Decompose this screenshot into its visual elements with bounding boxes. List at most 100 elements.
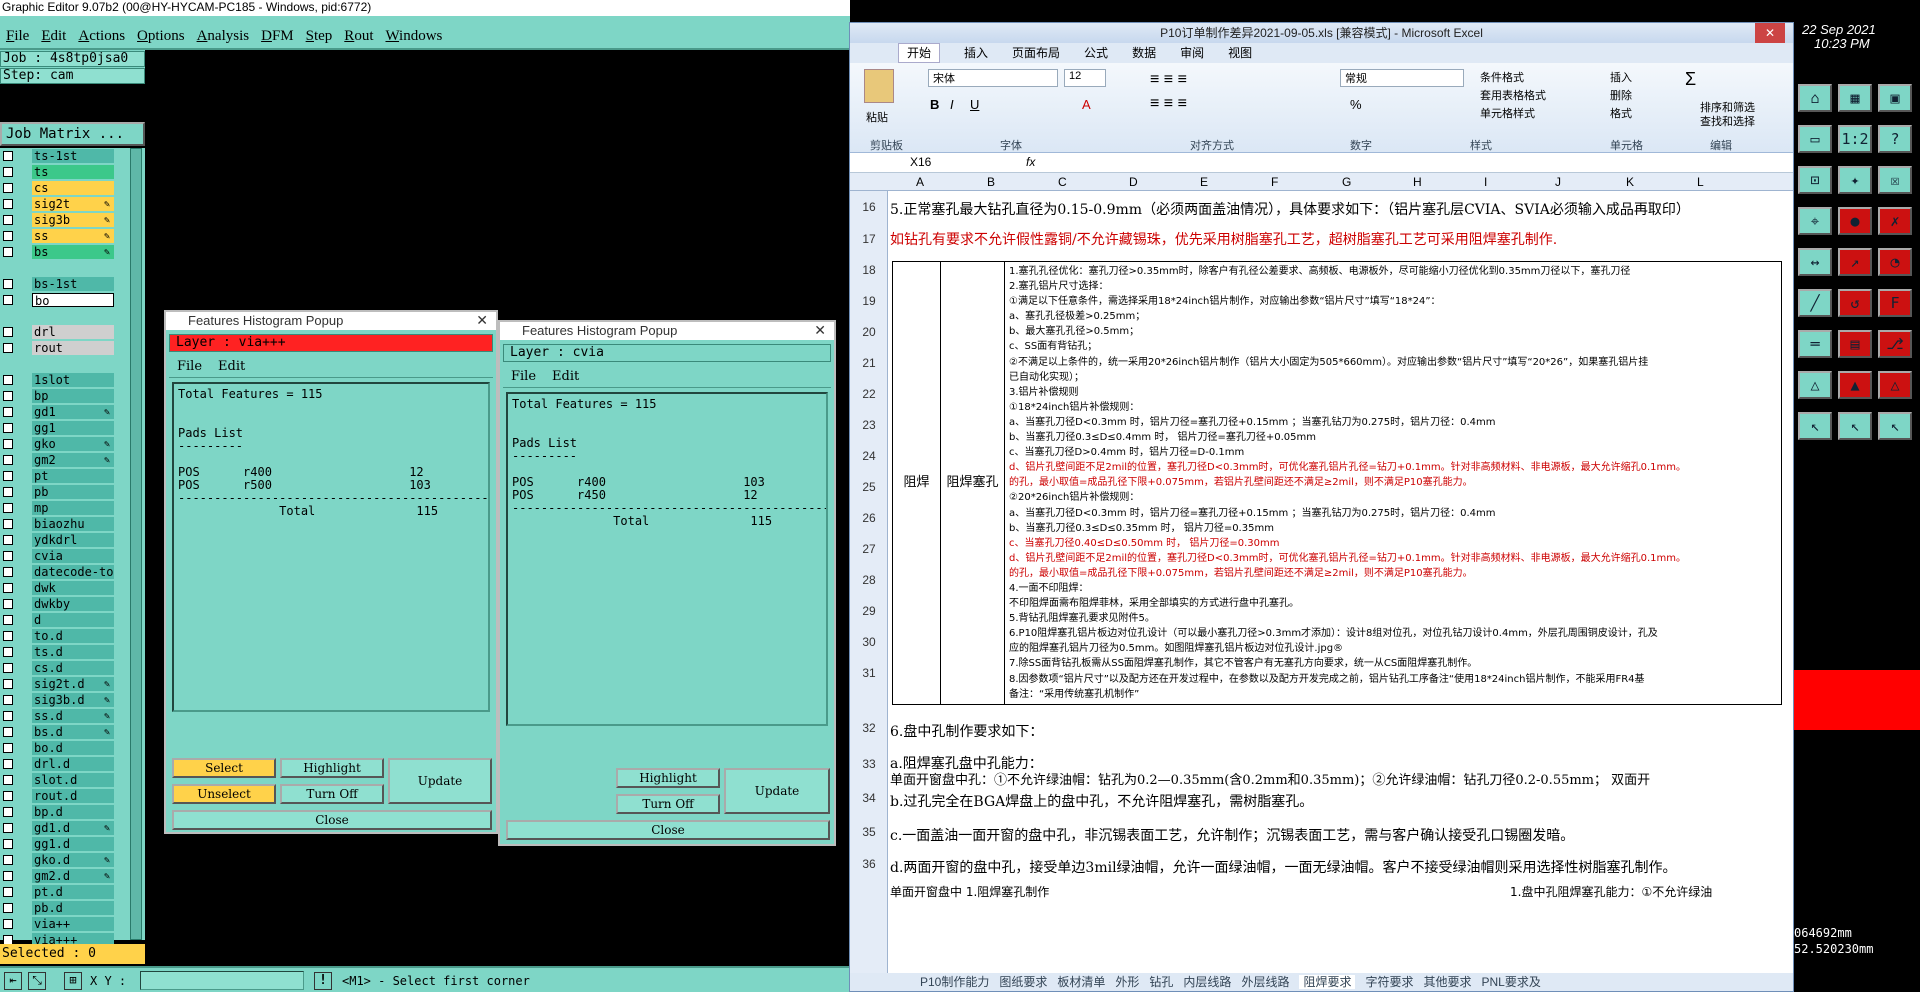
ribbon-tab[interactable]: 开始 [898,43,941,63]
sheet-tab[interactable]: P10制作能力 [920,975,989,989]
layer-row[interactable]: gd1.d ✎ [0,820,118,836]
layer-checkbox[interactable] [3,855,13,865]
close-icon[interactable]: ✕ [476,312,488,329]
tool-button-icon[interactable]: △ [1878,371,1912,399]
tool-button-icon[interactable]: ▤ [1838,330,1872,358]
layer-row[interactable]: bs ✎ [0,244,118,260]
layer-checkbox[interactable] [3,839,13,849]
layer-row[interactable]: mp [0,500,118,516]
layer-row[interactable]: pt.d [0,884,118,900]
cell-text[interactable]: 单面开窗盘中 1.阻焊塞孔制作 [890,883,1049,900]
layer-name[interactable]: gg1.d [32,837,114,851]
tool-button-icon[interactable]: 1:2 [1838,125,1872,153]
paste-icon[interactable] [864,69,894,103]
tool-button-icon[interactable]: ▦ [1838,84,1872,112]
update-button[interactable]: Update [724,768,830,814]
row-number[interactable]: 26 [850,503,888,534]
layer-name[interactable]: bs-1st [32,277,114,291]
cell-text[interactable]: 如钻孔有要求不允许假性露铜/不允许藏锡珠，优先采用树脂塞孔工艺，超树脂塞孔工艺可… [890,229,1770,249]
layer-name[interactable]: gm2.d [32,869,114,883]
layer-checkbox[interactable] [3,679,13,689]
layer-row[interactable]: ts-1st [0,148,118,164]
column-header[interactable]: F [1271,175,1278,189]
layer-row[interactable] [0,260,118,276]
tool-button-icon[interactable]: ● [1838,207,1872,235]
layer-name[interactable]: ts.d [32,645,114,659]
row-number[interactable]: 16 [850,191,888,223]
tool-button-icon[interactable]: ✗ [1878,207,1912,235]
layer-name[interactable]: d [32,613,114,627]
layer-row[interactable]: cs [0,180,118,196]
layer-name[interactable]: bp.d [32,805,114,819]
layer-name[interactable]: via++ [32,917,114,931]
layer-name[interactable]: pb [32,485,114,499]
layer-name[interactable]: drl.d [32,757,114,771]
column-header[interactable]: A [916,175,924,189]
layer-checkbox[interactable] [3,519,13,529]
menu-edit[interactable]: Edit [41,28,66,45]
sheet-tab[interactable]: 阻焊要求 [1299,975,1356,989]
layer-checkbox[interactable] [3,599,13,609]
layer-name[interactable]: cs.d [32,661,114,675]
sheet-tab[interactable]: PNL要求及 [1482,975,1541,989]
layer-name[interactable]: 1slot [32,373,114,387]
column-header[interactable]: C [1058,175,1067,189]
layer-name[interactable]: to.d [32,629,114,643]
tool-button-icon[interactable]: ╱ [1798,289,1832,317]
ribbon-button[interactable]: 格式 [1610,105,1632,123]
cell-text[interactable]: b.过孔完全在BGA焊盘上的盘中孔，不允许阻焊塞孔，需树脂塞孔。 [890,791,1770,811]
layer-checkbox[interactable] [3,631,13,641]
tool-button-icon[interactable]: ↖ [1838,412,1872,440]
layer-checkbox[interactable] [3,151,13,161]
sum-icon[interactable]: Σ [1685,69,1696,90]
row-number[interactable]: 32 [850,711,888,745]
layer-checkbox[interactable] [3,551,13,561]
cell-subcategory[interactable]: 阻焊塞孔 [941,262,1005,704]
row-number[interactable]: 22 [850,379,888,410]
layer-name[interactable]: bs [32,245,114,259]
tool-button-icon[interactable]: ↗ [1838,248,1872,276]
layer-row[interactable]: ss.d ✎ [0,708,118,724]
layer-checkbox[interactable] [3,215,13,225]
layer-row[interactable]: bo.d [0,740,118,756]
layer-name[interactable]: sig3b [32,213,114,227]
tool-button-icon[interactable]: ▭ [1798,125,1832,153]
popup1-edit-menu[interactable]: Edit [218,359,245,374]
ribbon-tab[interactable]: 页面布局 [1012,46,1060,60]
layer-checkbox[interactable] [3,647,13,657]
layer-row[interactable]: bo [0,292,118,308]
column-header[interactable]: B [987,175,995,189]
layer-name[interactable]: bs.d [32,725,114,739]
ribbon-button[interactable]: 查找和选择 [1700,115,1790,129]
layer-checkbox[interactable] [3,583,13,593]
layer-checkbox[interactable] [3,919,13,929]
popup2-edit-menu[interactable]: Edit [552,369,579,384]
underline-icon[interactable]: U [970,97,979,112]
turn-off-button[interactable]: Turn Off [616,794,720,814]
layer-name[interactable]: sig3b.d [32,693,114,707]
highlight-button[interactable]: Highlight [280,758,384,778]
ribbon-tab[interactable]: 视图 [1228,46,1252,60]
layer-name[interactable]: gd1 [32,405,114,419]
layer-checkbox[interactable] [3,535,13,545]
unselect-button[interactable]: Unselect [172,784,276,804]
layer-row[interactable]: sig2t.d ✎ [0,676,118,692]
ribbon-tab[interactable]: 数据 [1132,46,1156,60]
layer-checkbox[interactable] [3,375,13,385]
turn-off-button[interactable]: Turn Off [280,784,384,804]
row-number[interactable]: 33 [850,747,888,781]
layer-name[interactable]: mp [32,501,114,515]
layer-checkbox[interactable] [3,695,13,705]
row-number[interactable]: 19 [850,286,888,317]
cell-text[interactable]: 单面开窗盘中孔：①不允许绿油帽：钻孔为0.2—0.35mm(含0.2mm和0.3… [890,769,1770,788]
layer-row[interactable]: gg1.d [0,836,118,852]
row-number[interactable]: 35 [850,815,888,849]
row-number[interactable]: 29 [850,596,888,627]
number-format-select[interactable]: 常规 [1340,69,1464,87]
layer-checkbox[interactable] [3,167,13,177]
layer-row[interactable]: biaozhu [0,516,118,532]
close-icon[interactable]: ✕ [814,322,826,339]
row-number[interactable]: 25 [850,472,888,503]
tool-button-icon[interactable]: ⎇ [1878,330,1912,358]
row-number[interactable]: 36 [850,847,888,881]
